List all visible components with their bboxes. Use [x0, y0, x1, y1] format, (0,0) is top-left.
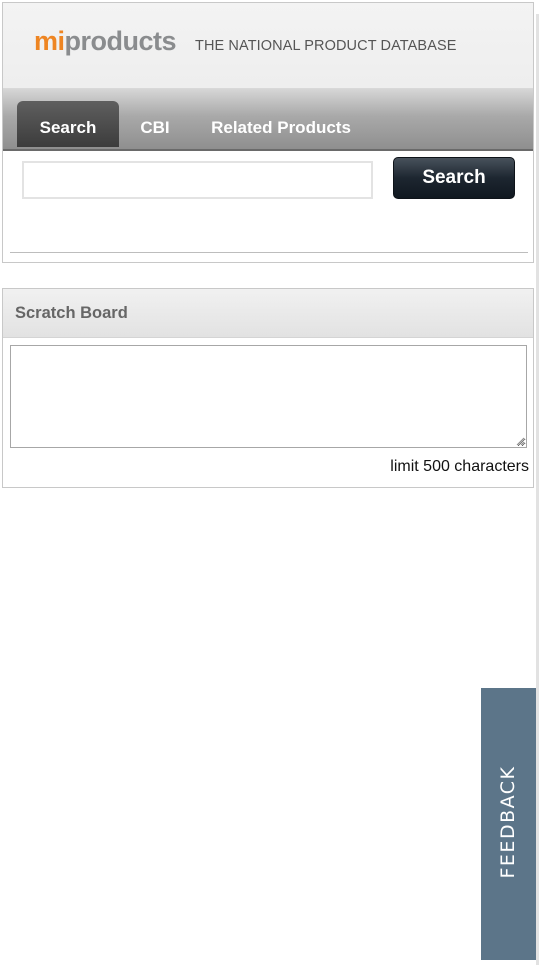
tab-search[interactable]: Search	[17, 101, 119, 147]
character-limit-note: limit 500 characters	[390, 458, 529, 475]
scratch-board-title: Scratch Board	[15, 304, 128, 322]
search-input[interactable]	[22, 161, 373, 199]
scratch-board-header: Scratch Board	[3, 289, 533, 338]
tab-related-products[interactable]: Related Products	[197, 101, 365, 147]
search-button[interactable]: Search	[393, 157, 515, 199]
search-panel: miproducts THE NATIONAL PRODUCT DATABASE…	[2, 2, 534, 263]
header: miproducts THE NATIONAL PRODUCT DATABASE	[3, 3, 533, 89]
tagline: THE NATIONAL PRODUCT DATABASE	[195, 38, 457, 54]
scratch-board-panel: Scratch Board limit 500 characters	[2, 288, 534, 488]
logo-products: products	[64, 26, 177, 56]
feedback-label: FEEDBACK	[497, 765, 519, 879]
scratch-board-textarea[interactable]	[10, 345, 527, 448]
logo[interactable]: miproducts	[34, 25, 177, 57]
logo-mi: mi	[34, 26, 65, 56]
tab-bar: Search CBI Related Products	[3, 89, 533, 151]
tab-cbi[interactable]: CBI	[127, 101, 183, 147]
feedback-tab[interactable]: FEEDBACK	[481, 688, 536, 960]
divider	[10, 252, 528, 253]
resize-grip-icon[interactable]	[515, 436, 525, 446]
